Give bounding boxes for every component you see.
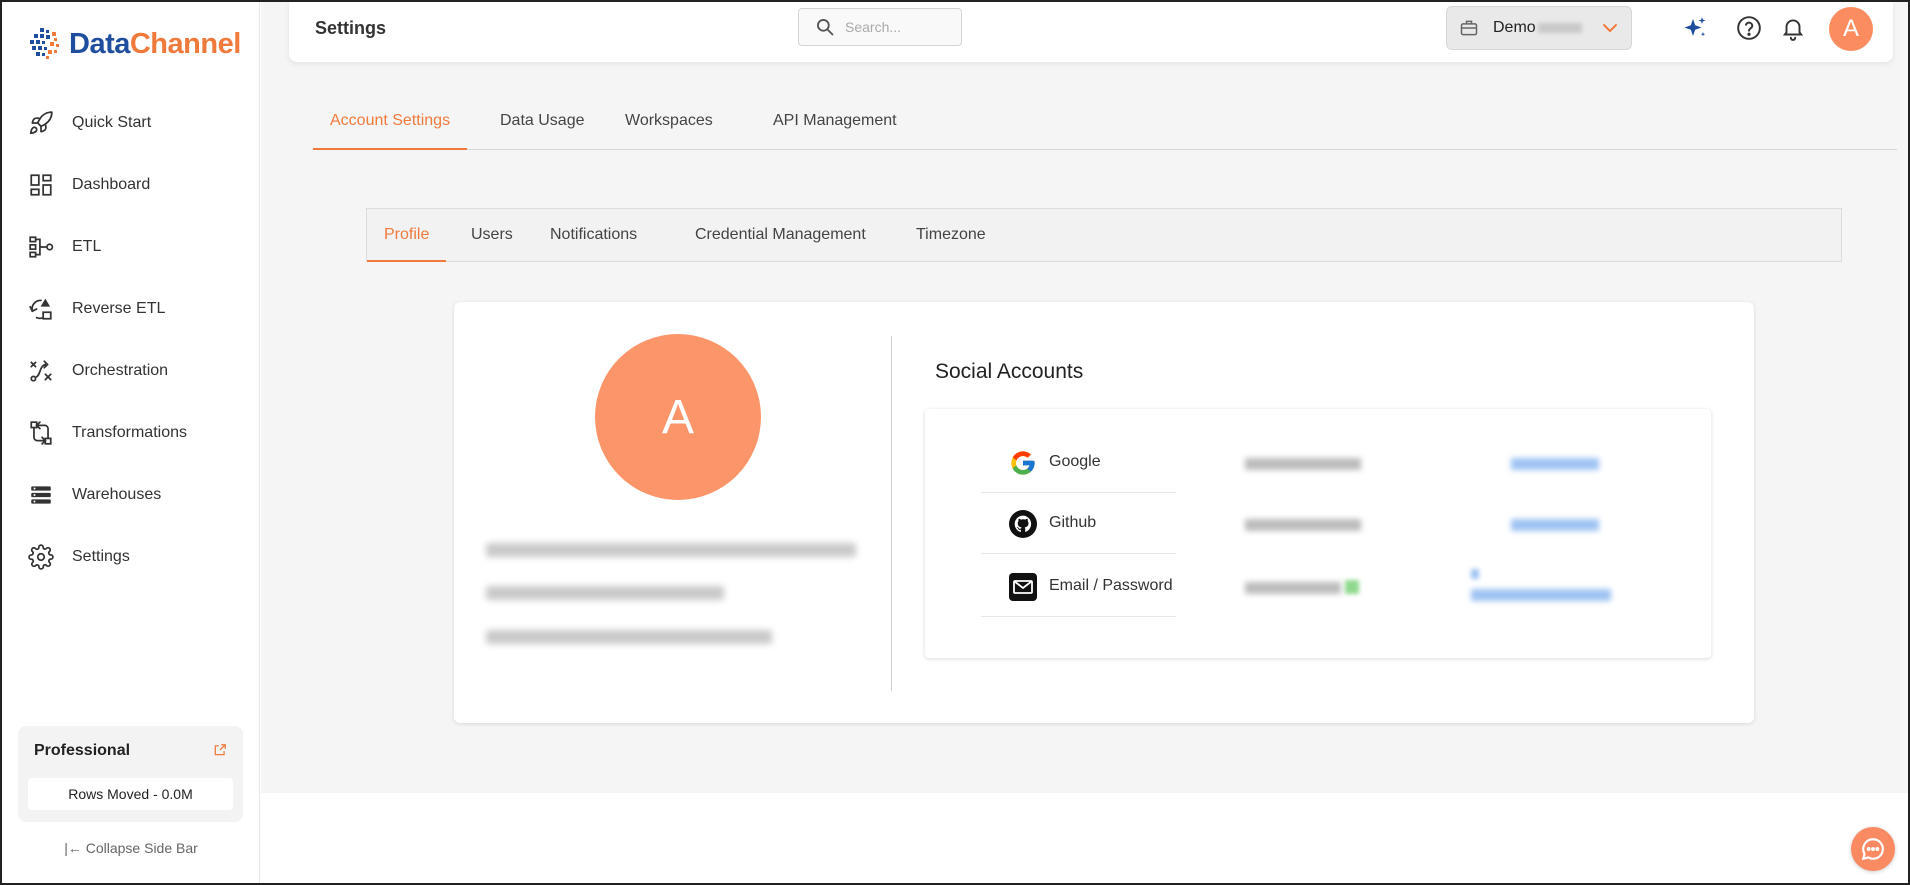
redacted-last-login — [486, 586, 724, 600]
page-title: Settings — [315, 18, 387, 38]
tab-account-settings[interactable]: Account Settings — [313, 100, 468, 150]
help-icon[interactable] — [1736, 15, 1762, 41]
connect-github-link[interactable] — [1511, 519, 1599, 531]
sidebar-item-orchestration[interactable]: Orchestration — [2, 340, 260, 402]
redacted-status — [1245, 582, 1341, 594]
tab-workspaces[interactable]: Workspaces — [608, 100, 730, 150]
account-sub-tabs: Profile Users Notifications Credential M… — [366, 208, 1842, 262]
tab-api-management[interactable]: API Management — [756, 100, 914, 150]
chevron-down-icon — [1603, 24, 1617, 32]
vertical-divider — [891, 336, 892, 691]
sidebar: DataChannel Quick Start Dashboard ETL Re… — [2, 2, 260, 883]
provider-name: Email / Password — [1049, 577, 1173, 594]
provider-cell: Email / Password — [981, 573, 1176, 617]
github-icon — [1009, 510, 1037, 538]
sidebar-nav: Quick Start Dashboard ETL Reverse ETL Or… — [2, 92, 260, 588]
tab-timezone[interactable]: Timezone — [899, 209, 1003, 262]
plan-name: Professional — [34, 742, 131, 759]
workspace-name: Demo — [1493, 19, 1536, 36]
sidebar-item-label: Settings — [72, 548, 130, 565]
provider-cell: Google — [981, 449, 1176, 493]
social-row-github: Github — [981, 494, 1625, 554]
social-row-email: Email / Password — [981, 557, 1625, 617]
logo-text-data: Data — [69, 27, 130, 60]
provider-name: Github — [1049, 514, 1097, 531]
redacted-profile-name-email — [486, 543, 856, 557]
main-footer-area — [261, 793, 1908, 883]
email-icon — [1009, 573, 1037, 601]
sidebar-item-label: ETL — [72, 238, 102, 255]
collapse-sidebar-button[interactable]: |← Collapse Side Bar — [2, 840, 260, 856]
dashboard-icon — [30, 174, 52, 196]
transformations-icon — [30, 421, 52, 445]
sidebar-item-settings[interactable]: Settings — [2, 526, 260, 588]
sidebar-item-label: Reverse ETL — [72, 300, 166, 317]
chat-support-button[interactable] — [1851, 827, 1895, 871]
sidebar-item-label: Quick Start — [72, 114, 152, 131]
top-header: Settings Demo A — [289, 2, 1893, 62]
warehouses-icon — [31, 486, 51, 504]
search-input[interactable] — [845, 19, 955, 35]
profile-avatar: A — [595, 334, 761, 500]
settings-tabs: Account Settings Data Usage Workspaces A… — [313, 100, 1897, 150]
tab-profile[interactable]: Profile — [367, 209, 447, 262]
sidebar-item-label: Dashboard — [72, 176, 151, 193]
plan-card: Professional Rows Moved - 0.0M — [18, 726, 243, 822]
bell-icon[interactable] — [1780, 15, 1806, 41]
tab-users[interactable]: Users — [454, 209, 530, 262]
google-icon — [1011, 451, 1035, 475]
reverse-etl-icon — [29, 298, 52, 320]
etl-icon — [29, 236, 54, 258]
external-link-icon[interactable] — [213, 743, 227, 757]
rows-moved-value: Rows Moved - 0.0M — [28, 778, 233, 810]
redacted-status — [1245, 458, 1361, 470]
user-avatar[interactable]: A — [1829, 7, 1873, 51]
briefcase-icon — [1460, 20, 1478, 36]
profile-card: A Social Accounts Google Github Email / … — [454, 302, 1754, 723]
redacted-organization — [486, 630, 772, 644]
edit-icon — [1471, 569, 1479, 579]
gear-icon — [28, 544, 54, 570]
search-icon — [817, 19, 834, 36]
orchestration-icon — [30, 360, 52, 382]
sidebar-item-warehouses[interactable]: Warehouses — [2, 464, 260, 526]
provider-cell: Github — [981, 510, 1176, 554]
search-box[interactable] — [798, 8, 962, 46]
change-password-link[interactable] — [1471, 589, 1611, 601]
tab-notifications[interactable]: Notifications — [533, 209, 654, 262]
sidebar-item-reverse-etl[interactable]: Reverse ETL — [2, 278, 260, 340]
connect-google-link[interactable] — [1511, 458, 1599, 470]
connected-status-icon — [1345, 580, 1359, 594]
datachannel-logo[interactable]: DataChannel — [26, 24, 241, 64]
redacted-status — [1245, 519, 1361, 531]
tab-data-usage[interactable]: Data Usage — [483, 100, 602, 150]
rocket-icon — [29, 111, 53, 135]
sidebar-item-etl[interactable]: ETL — [2, 216, 260, 278]
chat-icon — [1861, 838, 1884, 861]
collapse-sidebar-label: Collapse Side Bar — [85, 840, 198, 856]
collapse-icon: |← — [64, 840, 82, 856]
logo-text-channel: Channel — [129, 27, 241, 60]
social-accounts-list: Google Github Email / Password — [925, 409, 1711, 658]
sidebar-item-label: Orchestration — [72, 362, 169, 379]
sidebar-item-label: Transformations — [72, 424, 187, 441]
social-accounts-title: Social Accounts — [935, 360, 1084, 383]
social-row-google: Google — [981, 433, 1625, 493]
logo-mark-icon — [30, 28, 59, 59]
sidebar-item-quick-start[interactable]: Quick Start — [2, 92, 260, 154]
provider-name: Google — [1049, 453, 1101, 470]
ai-sparkle-icon[interactable] — [1682, 15, 1708, 41]
sidebar-item-transformations[interactable]: Transformations — [2, 402, 260, 464]
redacted-text — [1537, 22, 1582, 33]
sidebar-item-dashboard[interactable]: Dashboard — [2, 154, 260, 216]
workspace-select[interactable]: Demo — [1446, 6, 1632, 50]
tab-credential-management[interactable]: Credential Management — [678, 209, 883, 262]
sidebar-item-label: Warehouses — [72, 486, 162, 503]
